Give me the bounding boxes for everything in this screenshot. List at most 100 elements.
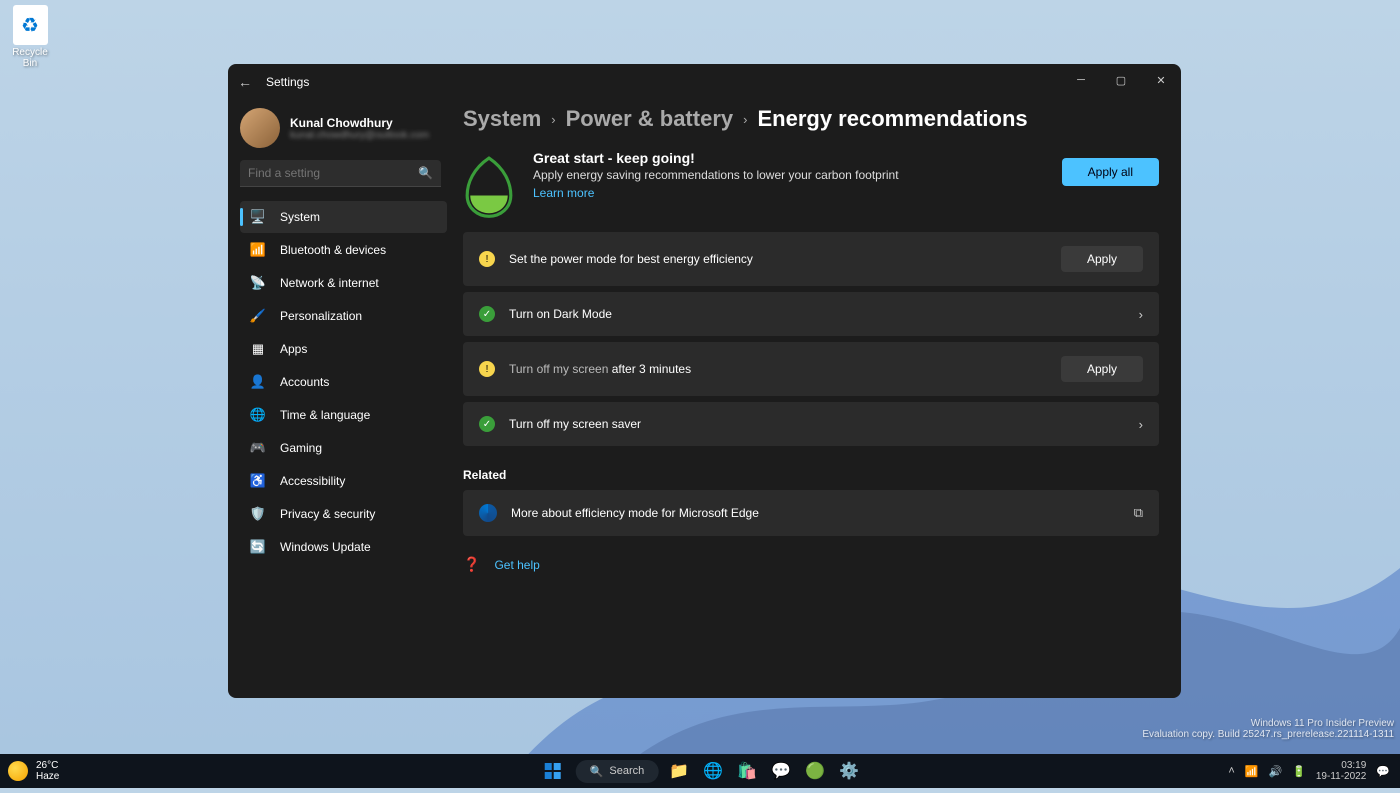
nav-label: Personalization <box>280 309 362 323</box>
external-link-icon: ⧉ <box>1134 505 1143 521</box>
avatar <box>240 108 280 148</box>
nav-label: Time & language <box>280 408 370 422</box>
nav-icon: 🌐 <box>250 407 266 423</box>
recommendation-row[interactable]: ✓ Turn off my screen saver› <box>463 402 1159 446</box>
sidebar-item-accessibility[interactable]: ♿ Accessibility <box>240 465 447 497</box>
sidebar-item-privacy-security[interactable]: 🛡️ Privacy & security <box>240 498 447 530</box>
sidebar-item-accounts[interactable]: 👤Accounts <box>240 366 447 398</box>
taskbar-search-label: Search <box>609 765 644 777</box>
nav-icon: 🖌️ <box>250 308 266 324</box>
breadcrumb-system[interactable]: System <box>463 106 541 132</box>
nav-label: Windows Update <box>280 540 371 554</box>
search-icon: 🔍 <box>590 765 604 778</box>
related-edge-efficiency[interactable]: More about efficiency mode for Microsoft… <box>463 490 1159 536</box>
nav-label: Network & internet <box>280 276 379 290</box>
sidebar-item-time-language[interactable]: 🌐 Time & language <box>240 399 447 431</box>
sidebar: Kunal Chowdhury kunal.chowdhury@outlook.… <box>228 100 455 698</box>
nav-icon: 🎮 <box>250 440 266 456</box>
edge-icon <box>479 504 497 522</box>
breadcrumb-current: Energy recommendations <box>757 106 1027 132</box>
nav-icon: 📡 <box>250 275 266 291</box>
close-button[interactable]: ✕ <box>1141 64 1181 96</box>
desktop-icon-recycle-bin[interactable]: ♻ Recycle Bin <box>5 5 55 69</box>
weather-temp: 26°C <box>36 760 59 771</box>
learn-more-link[interactable]: Learn more <box>533 186 594 200</box>
get-help-row[interactable]: ❓ Get help <box>463 556 1159 573</box>
notifications-icon[interactable]: 💬 <box>1376 765 1390 778</box>
search-icon: 🔍 <box>418 166 433 180</box>
minimize-button[interactable]: ─ <box>1061 64 1101 96</box>
nav-icon: 🔄 <box>250 539 266 555</box>
clock[interactable]: 03:19 19-11-2022 <box>1316 760 1366 782</box>
sidebar-item-windows-update[interactable]: 🔄 Windows Update <box>240 531 447 563</box>
user-name: Kunal Chowdhury <box>290 116 429 130</box>
desktop-icon-label: Recycle Bin <box>5 47 55 69</box>
taskbar-edge-icon[interactable]: 🌐 <box>700 758 726 784</box>
recommendation-row[interactable]: !Set the power mode for best energy effi… <box>463 232 1159 286</box>
sidebar-item-apps[interactable]: ▦ Apps <box>240 333 447 365</box>
hero-subtitle: Apply energy saving recommendations to l… <box>533 168 1044 182</box>
recommendation-row[interactable]: !Turn off my screen after 3 minutesApply <box>463 342 1159 396</box>
weather-widget[interactable]: 26°C Haze <box>8 760 59 782</box>
start-button[interactable] <box>538 756 568 786</box>
content-pane: System › Power & battery › Energy recomm… <box>455 100 1181 698</box>
search-input[interactable] <box>248 166 418 180</box>
weather-icon <box>8 761 28 781</box>
recommendation-text: Turn off my screen saver <box>509 417 1139 431</box>
chevron-right-icon: › <box>743 112 747 127</box>
taskbar-search[interactable]: 🔍 Search <box>576 760 659 783</box>
breadcrumb: System › Power & battery › Energy recomm… <box>463 106 1159 132</box>
recycle-bin-icon: ♻ <box>13 5 48 45</box>
tray-battery-icon[interactable]: 🔋 <box>1292 765 1306 778</box>
help-icon: ❓ <box>463 556 480 573</box>
nav-label: System <box>280 210 320 224</box>
hero-banner: Great start - keep going! Apply energy s… <box>463 150 1159 216</box>
apply-button[interactable]: Apply <box>1061 356 1143 382</box>
nav-icon: 🖥️ <box>250 209 266 225</box>
nav-icon: ♿ <box>250 473 266 489</box>
breadcrumb-power[interactable]: Power & battery <box>566 106 734 132</box>
chevron-right-icon: › <box>1139 417 1143 432</box>
recommendation-text: Turn on Dark Mode <box>509 307 1139 321</box>
taskbar: 26°C Haze 🔍 Search 📁 🌐 🛍️ 💬 🟢 ⚙️ ˄ 📶 🔊 🔋… <box>0 754 1400 788</box>
nav-label: Bluetooth & devices <box>280 243 386 257</box>
tray-network-icon[interactable]: 📶 <box>1245 765 1259 778</box>
nav-icon: 🛡️ <box>250 506 266 522</box>
maximize-button[interactable]: ▢ <box>1101 64 1141 96</box>
taskbar-explorer-icon[interactable]: 📁 <box>666 758 692 784</box>
tray-chevron-icon[interactable]: ˄ <box>1228 765 1234 777</box>
window-title: Settings <box>266 75 309 89</box>
settings-window: ← Settings ─ ▢ ✕ Kunal Chowdhury kunal.c… <box>228 64 1181 698</box>
taskbar-store-icon[interactable]: 🛍️ <box>734 758 760 784</box>
recommendation-row[interactable]: ✓ Turn on Dark Mode› <box>463 292 1159 336</box>
get-help-link[interactable]: Get help <box>494 558 539 572</box>
check-icon: ✓ <box>479 306 495 322</box>
sidebar-item-network-internet[interactable]: 📡 Network & internet <box>240 267 447 299</box>
sidebar-item-system[interactable]: 🖥️ System <box>240 201 447 233</box>
system-tray[interactable]: ˄ 📶 🔊 🔋 03:19 19-11-2022 💬 <box>1228 760 1390 782</box>
nav-label: Gaming <box>280 441 322 455</box>
nav-label: Privacy & security <box>280 507 375 521</box>
user-profile[interactable]: Kunal Chowdhury kunal.chowdhury@outlook.… <box>240 108 455 148</box>
related-text: More about efficiency mode for Microsoft… <box>511 506 1134 520</box>
sidebar-item-gaming[interactable]: 🎮 Gaming <box>240 432 447 464</box>
related-heading: Related <box>463 468 1159 482</box>
taskbar-app-icon[interactable]: 💬 <box>768 758 794 784</box>
energy-leaf-icon <box>463 156 515 216</box>
back-button[interactable]: ← <box>238 74 252 90</box>
build-watermark: Windows 11 Pro Insider Preview Evaluatio… <box>1142 718 1394 740</box>
sidebar-item-personalization[interactable]: 🖌️ Personalization <box>240 300 447 332</box>
nav-label: Accessibility <box>280 474 345 488</box>
nav-label: Apps <box>280 342 307 356</box>
tray-volume-icon[interactable]: 🔊 <box>1268 765 1282 778</box>
sidebar-item-bluetooth-devices[interactable]: 📶Bluetooth & devices <box>240 234 447 266</box>
search-box[interactable]: 🔍 <box>240 160 441 187</box>
chevron-right-icon: › <box>1139 307 1143 322</box>
apply-all-button[interactable]: Apply all <box>1062 158 1159 186</box>
check-icon: ✓ <box>479 416 495 432</box>
nav-label: Accounts <box>280 375 329 389</box>
taskbar-settings-icon[interactable]: ⚙️ <box>836 758 862 784</box>
nav-icon: ▦ <box>250 341 266 357</box>
apply-button[interactable]: Apply <box>1061 246 1143 272</box>
taskbar-edge-dev-icon[interactable]: 🟢 <box>802 758 828 784</box>
